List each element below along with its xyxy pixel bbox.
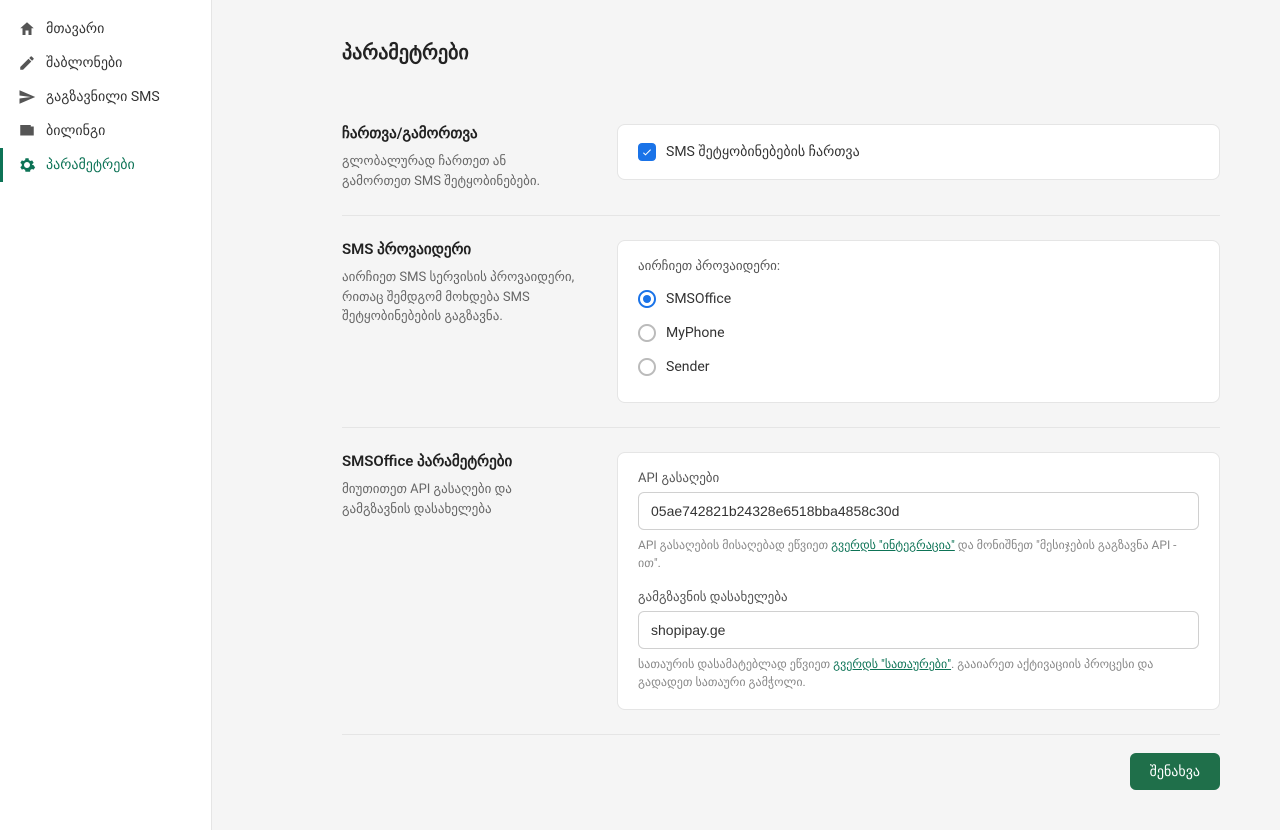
nav-label: პარამეტრები — [46, 157, 135, 173]
section-provider-title: SMS პროვაიდერი — [342, 240, 577, 258]
gear-icon — [18, 156, 36, 174]
provider-option-label: MyPhone — [666, 325, 725, 341]
section-toggle-title: ჩართვა/გამორთვა — [342, 124, 577, 142]
radio-myphone[interactable] — [638, 324, 656, 342]
provider-option-sender[interactable]: Sender — [638, 350, 1199, 384]
sidebar: მთავარი შაბლონები გაგზავნილი SMS ბილინგი… — [0, 0, 212, 830]
provider-option-myphone[interactable]: MyPhone — [638, 316, 1199, 350]
nav-settings[interactable]: პარამეტრები — [0, 148, 211, 182]
section-toggle: ჩართვა/გამორთვა გლობალურად ჩართეთ ან გამ… — [342, 100, 1220, 216]
api-key-label: API გასაღები — [638, 471, 1199, 486]
section-smsoffice-title: SMSOffice პარამეტრები — [342, 452, 577, 470]
smsoffice-card: API გასაღები API გასაღების მისაღებად ეწვ… — [617, 452, 1220, 710]
nav-label: შაბლონები — [46, 55, 122, 71]
integration-link[interactable]: გვერდს "ინტეგრაცია" — [831, 538, 955, 552]
radio-smsoffice[interactable] — [638, 290, 656, 308]
sender-name-input[interactable] — [638, 611, 1199, 649]
enable-sms-checkbox[interactable] — [638, 143, 656, 161]
api-key-input[interactable] — [638, 492, 1199, 530]
nav-templates[interactable]: შაბლონები — [0, 46, 211, 80]
provider-choose-label: აირჩიეთ პროვაიდერი: — [638, 259, 1199, 274]
sender-name-helper: სათაურის დასამატებლად ეწვიეთ გვერდს "სათ… — [638, 655, 1199, 691]
section-smsoffice-desc: მიუთითეთ API გასაღები და გამგზავნის დასა… — [342, 480, 577, 519]
nav-label: მთავარი — [46, 21, 104, 37]
provider-card: აირჩიეთ პროვაიდერი: SMSOffice MyPhone Se… — [617, 240, 1220, 403]
provider-option-label: SMSOffice — [666, 291, 731, 307]
enable-sms-checkbox-row[interactable]: SMS შეტყობინებების ჩართვა — [638, 143, 1199, 161]
section-smsoffice: SMSOffice პარამეტრები მიუთითეთ API გასაღ… — [342, 428, 1220, 735]
titles-link[interactable]: გვერდს "სათაურები" — [833, 657, 951, 671]
edit-icon — [18, 54, 36, 72]
radio-sender[interactable] — [638, 358, 656, 376]
toggle-card: SMS შეტყობინებების ჩართვა — [617, 124, 1220, 180]
nav-sent-sms[interactable]: გაგზავნილი SMS — [0, 80, 211, 114]
save-button[interactable]: შენახვა — [1130, 753, 1220, 790]
send-icon — [18, 88, 36, 106]
page-title: პარამეტრები — [342, 40, 1220, 64]
nav-label: გაგზავნილი SMS — [46, 89, 160, 105]
check-icon — [641, 146, 653, 158]
home-icon — [18, 20, 36, 38]
nav-home[interactable]: მთავარი — [0, 12, 211, 46]
enable-sms-label: SMS შეტყობინებების ჩართვა — [666, 144, 860, 160]
provider-option-smsoffice[interactable]: SMSOffice — [638, 282, 1199, 316]
section-provider: SMS პროვაიდერი აირჩიეთ SMS სერვისის პროვ… — [342, 216, 1220, 428]
api-key-helper: API გასაღების მისაღებად ეწვიეთ გვერდს "ი… — [638, 536, 1199, 572]
nav-billing[interactable]: ბილინგი — [0, 114, 211, 148]
wallet-icon — [18, 122, 36, 140]
nav-label: ბილინგი — [46, 123, 105, 139]
section-toggle-desc: გლობალურად ჩართეთ ან გამორთეთ SMS შეტყობ… — [342, 152, 577, 191]
provider-option-label: Sender — [666, 359, 710, 375]
section-provider-desc: აირჩიეთ SMS სერვისის პროვაიდერი, რითაც შ… — [342, 268, 577, 327]
actions-row: შენახვა — [342, 735, 1220, 790]
sender-name-label: გამგზავნის დასახელება — [638, 590, 1199, 605]
main-content: პარამეტრები ჩართვა/გამორთვა გლობალურად ჩ… — [212, 0, 1280, 830]
